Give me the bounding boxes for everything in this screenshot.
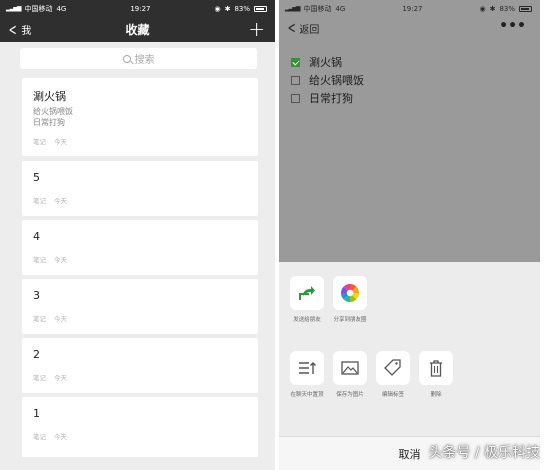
card-date: 今天: [54, 433, 67, 441]
card-title: 涮火锅: [33, 90, 66, 103]
clock: 19:27: [130, 4, 151, 13]
card-type: 笔记: [33, 256, 46, 264]
card-type: 笔记: [33, 374, 46, 382]
network-label: 4G: [56, 4, 67, 13]
card-title: 3: [33, 289, 40, 302]
nav-bar: < 我 收藏 +: [0, 17, 275, 42]
image-icon: [333, 351, 367, 385]
card-title: 1: [33, 407, 40, 420]
card-meta: 笔记 今天: [33, 313, 67, 323]
battery-icon: [254, 5, 267, 12]
battery-percent: 83%: [499, 4, 515, 13]
action-label: 删除: [430, 392, 442, 398]
search-input[interactable]: 搜索: [20, 48, 257, 69]
favorite-card[interactable]: 涮火锅 给火锅喂饭 日常打狗 笔记 今天: [22, 78, 258, 156]
card-type: 笔记: [33, 138, 46, 146]
page-title: 收藏: [125, 23, 150, 37]
todo-label: 日常打狗: [309, 92, 353, 105]
favorite-card[interactable]: 4 笔记 今天: [22, 220, 258, 275]
signal-icon: ▂▃▅▆: [285, 5, 301, 12]
back-button[interactable]: < 我: [6, 17, 32, 42]
network-label: 4G: [335, 4, 346, 13]
card-subtitle: 给火锅喂饭: [33, 107, 73, 116]
card-type: 笔记: [33, 315, 46, 323]
save-as-image-button[interactable]: 保存为图片: [330, 351, 370, 398]
card-date: 今天: [54, 138, 67, 146]
card-meta: 笔记 今天: [33, 195, 67, 205]
back-button[interactable]: < 返回: [285, 18, 320, 37]
action-label: 分享到朋友圈: [333, 317, 367, 323]
clock: 19:27: [402, 4, 423, 13]
todo-label: 涮火锅: [309, 56, 342, 69]
location-icon: ◉: [214, 4, 221, 13]
carrier-label: 中国移动: [303, 4, 332, 13]
card-subtitle: 日常打狗: [33, 118, 65, 127]
moments-icon: [333, 276, 367, 310]
share-to-moments-button[interactable]: 分享到朋友圈: [330, 276, 370, 323]
tag-icon: [376, 351, 410, 385]
todo-item[interactable]: 涮火锅: [291, 54, 342, 70]
send-to-friend-button[interactable]: 发送给朋友: [287, 276, 327, 323]
status-bar: ▂▃▅▆ 中国移动 4G 19:27 ◉ ✱ 83%: [0, 0, 275, 17]
delete-button[interactable]: 删除: [416, 351, 456, 398]
favorite-card[interactable]: 1 笔记 今天: [22, 397, 258, 457]
action-sheet: 发送给朋友 分享到朋友圈 在聊天中置顶 保存为图片 编辑标签 删除 取消: [279, 262, 540, 470]
bluetooth-icon: ✱: [489, 4, 496, 13]
todo-item[interactable]: 日常打狗: [291, 90, 353, 106]
chevron-left-icon: <: [8, 19, 17, 39]
card-title: 5: [33, 171, 40, 184]
carrier-label: 中国移动: [24, 4, 53, 13]
search-icon: [122, 54, 131, 63]
share-forward-icon: [290, 276, 324, 310]
card-date: 今天: [54, 256, 67, 264]
checkbox-unchecked[interactable]: [291, 93, 300, 103]
status-bar: ▂▃▅▆ 中国移动 4G 19:27 ◉ ✱ 83%: [279, 0, 540, 17]
bluetooth-icon: ✱: [224, 4, 231, 13]
edit-tags-button[interactable]: 编辑标签: [373, 351, 413, 398]
signal-icon: ▂▃▅▆: [6, 5, 22, 12]
card-type: 笔记: [33, 197, 46, 205]
action-label: 发送给朋友: [293, 317, 321, 323]
action-label: 在聊天中置顶: [290, 392, 324, 398]
card-title: 2: [33, 348, 40, 361]
card-title: 4: [33, 230, 40, 243]
pin-top-icon: [290, 351, 324, 385]
card-meta: 笔记 今天: [33, 254, 67, 264]
card-date: 今天: [54, 374, 67, 382]
favorite-card[interactable]: 3 笔记 今天: [22, 279, 258, 334]
favorite-card[interactable]: 2 笔记 今天: [22, 338, 258, 393]
card-date: 今天: [54, 197, 67, 205]
watermark: 头条号 / 极乐科技: [428, 445, 540, 461]
battery-percent: 83%: [234, 4, 250, 13]
action-label: 编辑标签: [381, 392, 404, 398]
note-detail-screen: ▂▃▅▆ 中国移动 4G 19:27 ◉ ✱ 83% < 返回 ••• 涮火锅 …: [279, 0, 540, 470]
favorite-card[interactable]: 5 笔记 今天: [22, 161, 258, 216]
favorites-screen: ▂▃▅▆ 中国移动 4G 19:27 ◉ ✱ 83% < 我 收藏 + 搜索 涮…: [0, 0, 275, 470]
card-meta: 笔记 今天: [33, 372, 67, 382]
todo-item[interactable]: 给火锅喂饭: [291, 72, 364, 88]
card-meta: 笔记 今天: [33, 431, 67, 441]
back-label: 返回: [299, 24, 320, 36]
todo-label: 给火锅喂饭: [309, 74, 364, 87]
back-label: 我: [21, 26, 32, 37]
card-date: 今天: [54, 315, 67, 323]
location-icon: ◉: [479, 4, 486, 13]
checkbox-checked[interactable]: [291, 57, 300, 67]
action-label: 保存为图片: [336, 392, 364, 398]
trash-icon: [419, 351, 453, 385]
search-placeholder: 搜索: [134, 55, 155, 66]
card-type: 笔记: [33, 433, 46, 441]
nav-bar: < 返回 •••: [279, 17, 540, 41]
card-meta: 笔记 今天: [33, 136, 67, 146]
more-icon[interactable]: •••: [499, 18, 526, 34]
plus-icon[interactable]: +: [248, 18, 265, 40]
battery-icon: [519, 5, 532, 12]
checkbox-unchecked[interactable]: [291, 75, 300, 85]
chevron-left-icon: <: [287, 18, 296, 37]
pin-to-chat-top-button[interactable]: 在聊天中置顶: [287, 351, 327, 398]
